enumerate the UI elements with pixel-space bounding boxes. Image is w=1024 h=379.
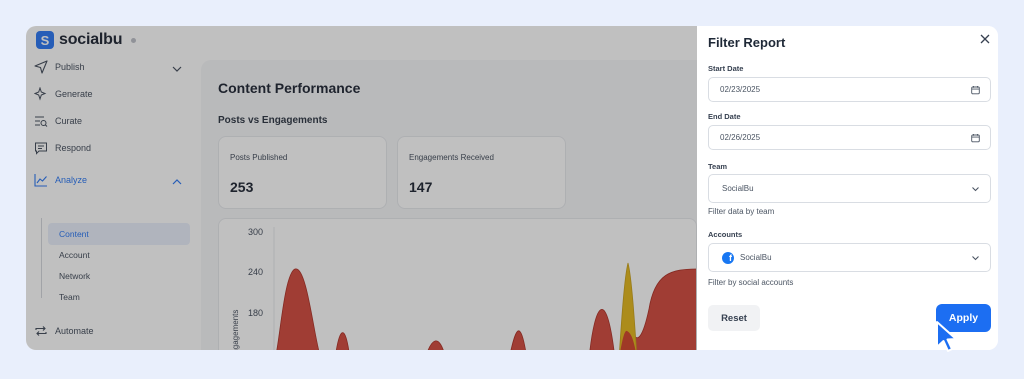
start-date-field[interactable]: 02/23/2025: [708, 77, 991, 102]
drawer-title: Filter Report: [708, 35, 786, 50]
start-date-label: Start Date: [708, 64, 744, 73]
calendar-icon[interactable]: [971, 133, 980, 142]
accounts-label: Accounts: [708, 230, 743, 239]
app-window: S socialbu Publish Generate Curate Respo…: [26, 26, 998, 350]
reset-button[interactable]: Reset: [708, 305, 760, 331]
team-select[interactable]: SocialBu: [708, 174, 991, 203]
accounts-value: SocialBu: [740, 253, 772, 262]
close-button[interactable]: [978, 32, 992, 46]
chevron-down-icon: [971, 184, 980, 193]
modal-backdrop[interactable]: [26, 26, 697, 350]
close-icon: [980, 34, 990, 44]
chevron-down-icon: [971, 253, 980, 262]
accounts-help-text: Filter by social accounts: [708, 278, 794, 287]
filter-report-drawer: Filter Report Start Date 02/23/2025 End …: [697, 26, 998, 350]
mouse-cursor-icon: [936, 321, 957, 352]
end-date-value: 02/26/2025: [720, 133, 761, 142]
team-value: SocialBu: [722, 184, 754, 193]
end-date-field[interactable]: 02/26/2025: [708, 125, 991, 150]
start-date-value: 02/23/2025: [720, 85, 761, 94]
team-help-text: Filter data by team: [708, 207, 775, 216]
team-label: Team: [708, 162, 728, 171]
facebook-icon: f: [722, 251, 734, 264]
accounts-select[interactable]: f SocialBu: [708, 243, 991, 272]
end-date-label: End Date: [708, 112, 741, 121]
calendar-icon[interactable]: [971, 85, 980, 94]
